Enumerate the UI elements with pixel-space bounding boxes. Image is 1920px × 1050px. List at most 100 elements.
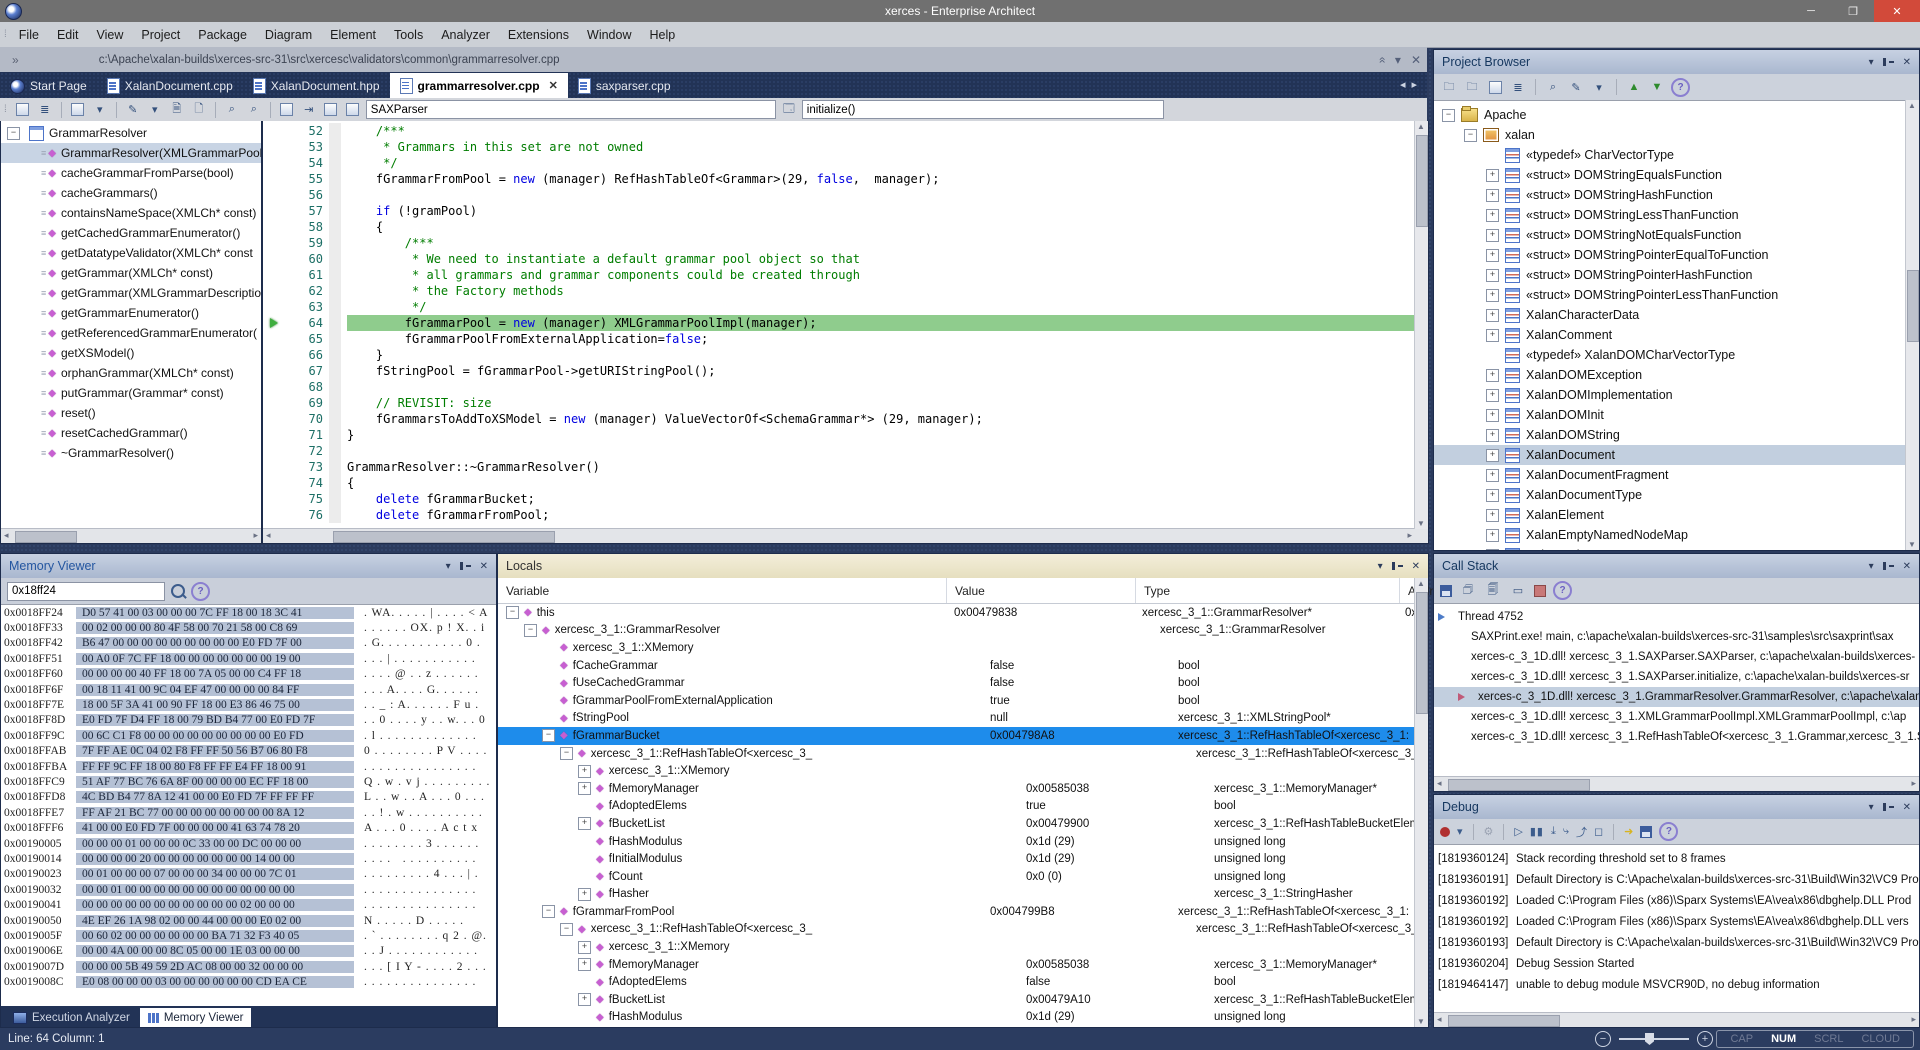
locals-row[interactable]: −◆fAdoptedElemstruebool0x004798ac	[498, 798, 1428, 816]
locals-row[interactable]: +◆xercesc_3_1::XMemory0x004799b8	[498, 938, 1428, 956]
locals-row[interactable]: +◆fBucketList0x00479900xercesc_3_1::RefH…	[498, 815, 1428, 833]
project-browser-item[interactable]: +XalanDOMException	[1434, 365, 1919, 385]
debug-log-row[interactable]: [1819360193]Default Directory is C:\Apac…	[1434, 932, 1919, 953]
call-stack-frame[interactable]: xerces-c_3_1D.dll! xercesc_3_1.XMLGramma…	[1434, 707, 1919, 727]
expander-icon[interactable]: +	[1486, 369, 1499, 382]
numbered-list-icon[interactable]: ≣	[36, 102, 54, 118]
memory-row[interactable]: 0x0018FF42B6 47 00 00 00 00 00 00 00 00 …	[1, 636, 496, 651]
project-browser-item[interactable]: +«struct» DOMStringPointerEqualToFunctio…	[1434, 245, 1919, 265]
panel-close-icon[interactable]: ✕	[1903, 802, 1911, 813]
menu-item-extensions[interactable]: Extensions	[499, 28, 578, 42]
panel-menu-icon[interactable]: ▾	[1378, 561, 1383, 572]
find-icon[interactable]: ⌕	[223, 102, 241, 118]
panel-close-icon[interactable]: ✕	[1412, 561, 1420, 572]
new-diagram-icon[interactable]	[1486, 79, 1504, 95]
memory-row[interactable]: 0x0018FF9C00 6C C1 F8 00 00 00 00 00 00 …	[1, 728, 496, 743]
zoom-in-icon[interactable]: +	[1697, 1031, 1713, 1047]
expander-icon[interactable]: +	[1486, 329, 1499, 342]
expander-icon[interactable]: +	[1486, 189, 1499, 202]
expander-icon[interactable]: −	[524, 624, 537, 637]
help-icon[interactable]: ?	[1553, 581, 1572, 600]
locals-row[interactable]: −◆this0x00479838xercesc_3_1::GrammarReso…	[498, 604, 1428, 622]
editor-hscrollbar[interactable]: ◂ ▸	[263, 528, 1428, 543]
bottom-tab-execution-analyzer[interactable]: Execution Analyzer	[5, 1008, 138, 1027]
new-package-icon[interactable]: 🗀	[1463, 79, 1481, 95]
project-browser-item[interactable]: −xalan	[1434, 125, 1919, 145]
expander-icon[interactable]: +	[1486, 529, 1499, 542]
breakpoint-margin[interactable]	[263, 443, 285, 459]
code-line[interactable]: 72	[263, 443, 1428, 459]
code-line[interactable]: 62 * the Factory methods	[263, 283, 1428, 299]
project-browser-item[interactable]: +XalanEmptyNamedNodeMap	[1434, 525, 1919, 545]
panel-menu-icon[interactable]: ▾	[446, 561, 451, 572]
panel-menu-icon[interactable]: ▾	[1869, 57, 1874, 68]
code-line[interactable]: 71}	[263, 427, 1428, 443]
locals-row[interactable]: −◆fCount0x0 (0)unsigned long0x004798bc	[498, 868, 1428, 886]
expander-icon[interactable]: +	[1486, 449, 1499, 462]
expander-icon[interactable]: +	[1486, 209, 1499, 222]
method-search-input[interactable]	[802, 100, 1164, 119]
menu-item-edit[interactable]: Edit	[48, 28, 88, 42]
call-stack-hscrollbar[interactable]: ◂ ▸	[1434, 776, 1919, 791]
breakpoint-margin[interactable]	[263, 459, 285, 475]
breakpoint-margin[interactable]	[263, 123, 285, 139]
dropdown-icon[interactable]: ▾	[1395, 53, 1401, 67]
expander-icon[interactable]: +	[1486, 489, 1499, 502]
expander-icon[interactable]: +	[1486, 429, 1499, 442]
memory-row[interactable]: 0x0018FFAB7F FF AE 0C 04 02 F8 FF FF 50 …	[1, 744, 496, 759]
stop-icon[interactable]	[1534, 585, 1546, 597]
project-browser-item[interactable]: +«struct» DOMStringPointerHashFunction	[1434, 265, 1919, 285]
code-line[interactable]: 59 /***	[263, 235, 1428, 251]
breakpoint-margin[interactable]	[263, 187, 285, 203]
debug-log-row[interactable]: [1819360192]Loaded C:\Program Files (x86…	[1434, 911, 1919, 932]
menu-item-tools[interactable]: Tools	[385, 28, 432, 42]
breakpoint-margin[interactable]	[263, 155, 285, 171]
code-line[interactable]: 56	[263, 187, 1428, 203]
minimize-button[interactable]: ─	[1790, 0, 1832, 22]
call-stack-thread[interactable]: Thread 4752	[1434, 607, 1919, 627]
debug-log-row[interactable]: [1819360204]Debug Session Started	[1434, 953, 1919, 974]
menu-item-help[interactable]: Help	[640, 28, 684, 42]
menu-item-project[interactable]: Project	[132, 28, 189, 42]
project-browser-item[interactable]: +XalanDOMString	[1434, 425, 1919, 445]
code-line[interactable]: 60 * We need to instantiate a default gr…	[263, 251, 1428, 267]
memory-row[interactable]: 0x0018FFC951 AF 77 BC 76 6A 8F 00 00 00 …	[1, 774, 496, 789]
code-line[interactable]: 73GrammarResolver::~GrammarResolver()	[263, 459, 1428, 475]
code-line[interactable]: 65 fGrammarPoolFromExternalApplication=f…	[263, 331, 1428, 347]
locals-row[interactable]: −◆fUseCachedGrammarfalsebool0x00479839	[498, 674, 1428, 692]
expander-icon[interactable]: −	[560, 923, 573, 936]
show-execution-point-icon[interactable]: ➜	[1624, 825, 1633, 838]
locals-row[interactable]: +◆fBucketList0x00479A10xercesc_3_1::RefH…	[498, 991, 1428, 1009]
close-file-icon[interactable]: ✕	[1411, 53, 1421, 67]
memory-row[interactable]: 0x0019006E00 00 4A 00 00 00 8C 05 00 00 …	[1, 944, 496, 959]
memory-row[interactable]: 0x0018FF8DE0 FD 7F D4 FF 18 00 79 BD B4 …	[1, 713, 496, 728]
expander-icon[interactable]: +	[578, 888, 591, 901]
tab-grammarresolver-cpp[interactable]: grammarresolver.cpp✕	[390, 73, 568, 98]
locals-row[interactable]: −◆fAdoptedElemsfalsebool0x004799bc	[498, 973, 1428, 991]
call-stack-frame[interactable]: SAXPrint.exe! main, c:\apache\xalan-buil…	[1434, 627, 1919, 647]
breakpoint-margin[interactable]	[263, 219, 285, 235]
save-stack-icon[interactable]	[1440, 585, 1452, 597]
panel-menu-icon[interactable]: ▾	[1869, 802, 1874, 813]
code-line[interactable]: 63 */	[263, 299, 1428, 315]
call-stack-frame[interactable]: xerces-c_3_1D.dll! xercesc_3_1.GrammarRe…	[1434, 687, 1919, 707]
help-icon[interactable]: ?	[191, 582, 210, 601]
debug-log-row[interactable]: [1819360191]Default Directory is C:\Apac…	[1434, 869, 1919, 890]
call-stack-frame[interactable]: xerces-c_3_1D.dll! xercesc_3_1.SAXParser…	[1434, 647, 1919, 667]
project-browser-vscrollbar[interactable]: ▲ ▼	[1905, 100, 1919, 550]
locals-row[interactable]: +◆fMemoryManager0x00585038xercesc_3_1::M…	[498, 956, 1428, 974]
method-tree-item[interactable]: ≡◆getXSModel()	[1, 343, 261, 363]
project-browser-item[interactable]: +XalanCharacterData	[1434, 305, 1919, 325]
breakpoint-margin[interactable]	[263, 251, 285, 267]
locals-row[interactable]: −◆fGrammarPoolFromExternalApplicationtru…	[498, 692, 1428, 710]
locals-row[interactable]: +◆fMemoryManager0x00585038xercesc_3_1::M…	[498, 780, 1428, 798]
properties-icon[interactable]	[69, 102, 87, 118]
panel-menu-icon[interactable]: ▾	[1869, 561, 1874, 572]
tab-scroll-arrows[interactable]: ◂▸	[1400, 78, 1423, 91]
collapse-editor-icon[interactable]: »	[1375, 56, 1389, 63]
expander-icon[interactable]: −	[7, 127, 20, 140]
expander-icon[interactable]: −	[506, 606, 519, 619]
expander-icon[interactable]: −	[542, 729, 555, 742]
memory-row[interactable]: 0x0018FFE7FF AF 21 BC 77 00 00 00 00 00 …	[1, 805, 496, 820]
project-browser-item[interactable]: +XalanComment	[1434, 325, 1919, 345]
